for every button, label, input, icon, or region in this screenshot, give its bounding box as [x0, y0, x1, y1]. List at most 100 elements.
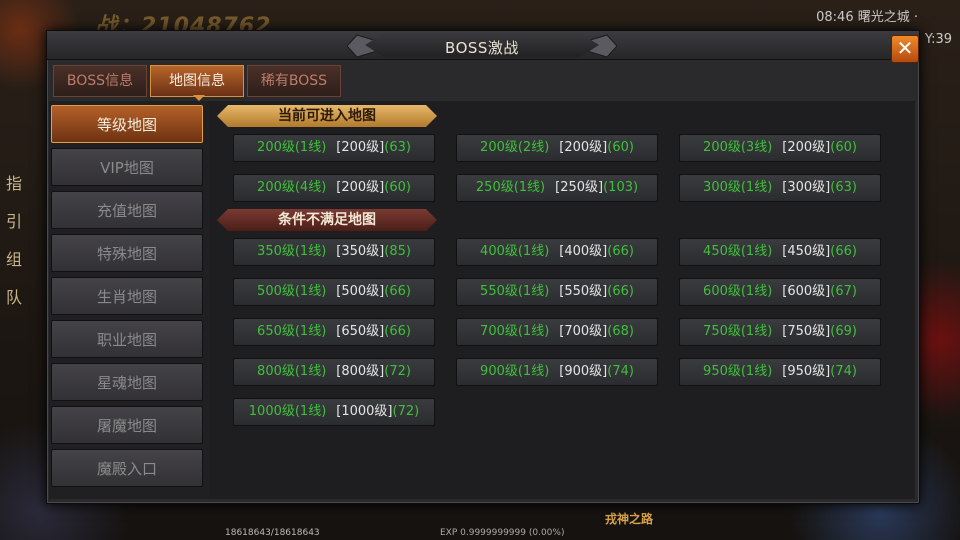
map-cell[interactable]: 550级(1线) [550级](66) — [456, 278, 658, 306]
bottom-logo-text: 戎神之路 — [605, 512, 654, 526]
map-count: (69) — [830, 324, 857, 339]
left-nav: 等级地图 VIP地图 充值地图 特殊地图 生肖地图 职业地图 星魂地图 屠魔地图… — [49, 101, 209, 499]
map-level: [550级] — [559, 284, 608, 299]
boss-battle-window: BOSS激战 ✕ BOSS信息 地图信息 稀有BOSS 等级地图 VIP地图 充… — [46, 30, 920, 504]
map-name: 500级(1线) — [257, 284, 327, 299]
map-level: [200级] — [336, 180, 385, 195]
nav-item-level-map[interactable]: 等级地图 — [51, 105, 203, 143]
map-cell[interactable]: 800级(1线) [800级](72) — [233, 358, 435, 386]
map-level: [400级] — [559, 244, 608, 259]
map-count: (85) — [384, 244, 411, 259]
map-name: 750级(1线) — [703, 324, 773, 339]
map-level: [700级] — [559, 324, 608, 339]
map-name: 1000级(1线) — [248, 404, 327, 419]
map-count: (72) — [392, 404, 420, 419]
side-team-char: 组 — [6, 250, 23, 269]
map-cell[interactable]: 350级(1线) [350级](85) — [233, 238, 435, 266]
map-count: (68) — [607, 324, 634, 339]
nav-item-special-map[interactable]: 特殊地图 — [51, 234, 203, 272]
map-level: [800级] — [336, 364, 385, 379]
map-level: [250级] — [555, 180, 604, 195]
map-cell[interactable]: 750级(1线) [750级](69) — [679, 318, 881, 346]
map-cell[interactable]: 200级(1线) [200级](63) — [233, 134, 435, 162]
nav-item-zodiac-map[interactable]: 生肖地图 — [51, 277, 203, 315]
map-count: (60) — [607, 140, 634, 155]
map-count: (103) — [603, 180, 639, 195]
nav-item-demon-slay-map[interactable]: 屠魔地图 — [51, 406, 203, 444]
map-count: (67) — [830, 284, 857, 299]
side-team-char: 队 — [6, 288, 23, 307]
map-cell[interactable]: 200级(3线) [200级](60) — [679, 134, 881, 162]
map-cell[interactable]: 200级(4线) [200级](60) — [233, 174, 435, 202]
map-name: 600级(1线) — [703, 284, 773, 299]
map-name: 300级(1线) — [703, 180, 773, 195]
map-level: [600级] — [782, 284, 831, 299]
tab-rare-boss[interactable]: 稀有BOSS — [247, 65, 341, 97]
map-level: [300级] — [782, 180, 831, 195]
nav-item-recharge-map[interactable]: 充值地图 — [51, 191, 203, 229]
map-level: [950级] — [782, 364, 831, 379]
content-area: 等级地图 VIP地图 充值地图 特殊地图 生肖地图 职业地图 星魂地图 屠魔地图… — [49, 101, 915, 499]
map-count: (66) — [830, 244, 857, 259]
map-name: 200级(3线) — [703, 140, 773, 155]
map-name: 200级(2线) — [480, 140, 550, 155]
map-name: 950级(1线) — [703, 364, 773, 379]
map-cell[interactable]: 200级(2线) [200级](60) — [456, 134, 658, 162]
map-name: 700级(1线) — [480, 324, 550, 339]
nav-item-vip-map[interactable]: VIP地图 — [51, 148, 203, 186]
title-bar: BOSS激战 ✕ — [47, 31, 919, 63]
map-name: 450级(1线) — [703, 244, 773, 259]
map-level: [500级] — [336, 284, 385, 299]
map-cell[interactable]: 950级(1线) [950级](74) — [679, 358, 881, 386]
map-cell[interactable]: 450级(1线) [450级](66) — [679, 238, 881, 266]
nav-item-star-soul-map[interactable]: 星魂地图 — [51, 363, 203, 401]
map-count: (66) — [607, 284, 634, 299]
map-cell[interactable]: 1000级(1线) [1000级](72) — [233, 398, 435, 426]
tab-map-info[interactable]: 地图信息 — [150, 65, 244, 97]
map-name: 650级(1线) — [257, 324, 327, 339]
side-guide-char: 指 — [6, 174, 23, 193]
map-name: 800级(1线) — [257, 364, 327, 379]
map-cell[interactable]: 250级(1线) [250级](103) — [456, 174, 658, 202]
map-cell[interactable]: 500级(1线) [500级](66) — [233, 278, 435, 306]
tab-boss-info[interactable]: BOSS信息 — [53, 65, 147, 97]
map-count: (60) — [384, 180, 411, 195]
map-count: (66) — [384, 324, 411, 339]
window-title: BOSS激战 — [445, 39, 519, 57]
map-name: 200级(1线) — [257, 140, 327, 155]
map-name: 550级(1线) — [480, 284, 550, 299]
map-level: [750级] — [782, 324, 831, 339]
map-count: (60) — [830, 140, 857, 155]
nav-item-demon-hall-entrance[interactable]: 魔殿入口 — [51, 449, 203, 487]
map-name: 400级(1线) — [480, 244, 550, 259]
unavailable-maps-banner: 条件不满足地图 — [217, 209, 437, 231]
map-count: (66) — [607, 244, 634, 259]
title-plate: BOSS激战 — [365, 33, 599, 57]
map-level: [350级] — [336, 244, 385, 259]
clock-location-text: 08:46 曙光之城 · — [816, 10, 918, 25]
top-tab-bar: BOSS信息 地图信息 稀有BOSS — [53, 65, 913, 99]
map-level: [200级] — [782, 140, 831, 155]
map-cell[interactable]: 900级(1线) [900级](74) — [456, 358, 658, 386]
side-guide-char: 引 — [6, 212, 23, 231]
map-name: 350级(1线) — [257, 244, 327, 259]
map-count: (66) — [384, 284, 411, 299]
map-level: [450级] — [782, 244, 831, 259]
map-count: (63) — [830, 180, 857, 195]
hp-text: 18618643/18618643 — [225, 528, 320, 538]
map-count: (72) — [384, 364, 411, 379]
map-level: [200级] — [559, 140, 608, 155]
map-cell[interactable]: 600级(1线) [600级](67) — [679, 278, 881, 306]
map-cell[interactable]: 700级(1线) [700级](68) — [456, 318, 658, 346]
available-maps-banner: 当前可进入地图 — [217, 105, 437, 127]
exp-text: EXP 0.9999999999 (0.00%) — [440, 528, 565, 538]
nav-item-class-map[interactable]: 职业地图 — [51, 320, 203, 358]
map-level: [900级] — [559, 364, 608, 379]
close-button[interactable]: ✕ — [891, 35, 919, 63]
map-cell[interactable]: 650级(1线) [650级](66) — [233, 318, 435, 346]
map-cell[interactable]: 400级(1线) [400级](66) — [456, 238, 658, 266]
map-level: [1000级] — [336, 404, 393, 419]
map-level: [200级] — [336, 140, 385, 155]
map-count: (74) — [830, 364, 857, 379]
map-cell[interactable]: 300级(1线) [300级](63) — [679, 174, 881, 202]
